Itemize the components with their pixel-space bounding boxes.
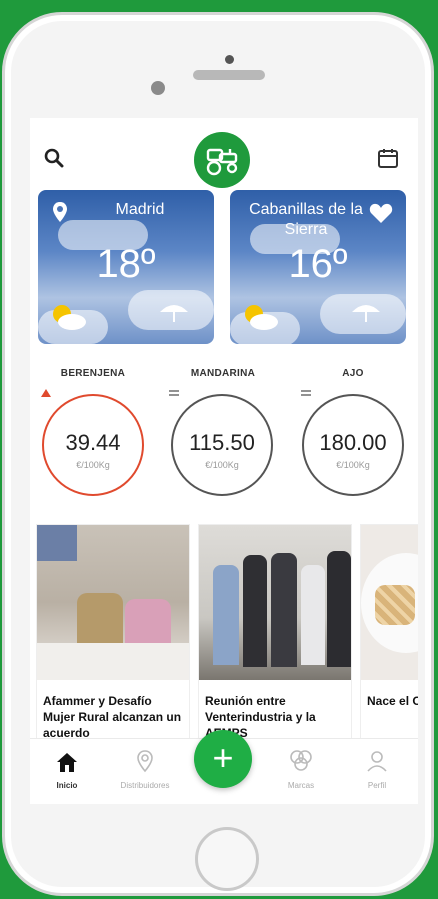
- sun-cloud-icon: [48, 302, 88, 332]
- weather-city: Cabanillas de la Sierra: [249, 201, 363, 238]
- weather-city: Madrid: [115, 201, 165, 218]
- price-circle-mandarina[interactable]: 115.50 €/100Kg: [171, 394, 273, 496]
- person-figure: [271, 553, 297, 667]
- tractor-icon: [206, 148, 238, 176]
- news-card[interactable]: Reunión entre Venterindustria y la AEMPS: [198, 524, 352, 746]
- search-icon[interactable]: [40, 144, 68, 172]
- news-carousel[interactable]: Afammer y Desafío Mujer Rural alcanzan u…: [30, 524, 418, 746]
- news-image: [37, 525, 189, 680]
- sun-cloud-icon: [240, 302, 280, 332]
- heart-icon[interactable]: [368, 200, 394, 226]
- tab-perfil[interactable]: Perfil: [342, 747, 412, 797]
- add-fab-button[interactable]: +: [194, 730, 252, 788]
- home-button[interactable]: [195, 827, 259, 891]
- app-screen: Madrid 18º Cabanillas de la Sierra 16º B…: [30, 118, 418, 804]
- price-value: 180.00: [319, 430, 387, 455]
- tractor-logo[interactable]: [194, 132, 250, 188]
- table-surface: [37, 643, 189, 680]
- price-unit: €/100Kg: [205, 460, 239, 470]
- weather-card-cabanillas[interactable]: Cabanillas de la Sierra 16º: [230, 190, 406, 344]
- weather-card-madrid[interactable]: Madrid 18º: [38, 190, 214, 344]
- tab-label: Distribuidores: [120, 781, 170, 790]
- price-value: 115.50: [189, 430, 255, 455]
- person-figure: [243, 555, 267, 667]
- tab-marcas[interactable]: Marcas: [266, 747, 336, 797]
- rain-umbrella-icon: [348, 298, 384, 328]
- news-image: [361, 525, 418, 680]
- person-figure: [213, 565, 239, 665]
- person-figure: [327, 551, 351, 667]
- news-title: Nace el Operativ: [367, 694, 418, 708]
- tab-label: Marcas: [287, 781, 315, 790]
- top-bar: [30, 118, 418, 188]
- price-section: BERENJENA 39.44 €/100Kg MANDARINA 115.50…: [30, 358, 418, 508]
- tab-label: Inicio: [56, 781, 78, 790]
- tab-distribuidores[interactable]: Distribuidores: [110, 747, 180, 797]
- price-value: 39.44: [65, 430, 121, 455]
- tab-inicio[interactable]: Inicio: [32, 747, 102, 797]
- news-title: Afammer y Desafío Mujer Rural alcanzan u…: [43, 694, 182, 740]
- wall-picture: [37, 525, 77, 561]
- price-unit: €/100Kg: [76, 460, 110, 470]
- price-product-name: BERENJENA: [60, 368, 126, 379]
- price-circle-berenjena[interactable]: 39.44 €/100Kg: [42, 394, 144, 496]
- price-product-name: MANDARINA: [190, 368, 256, 379]
- price-product-name: AJO: [342, 368, 364, 379]
- rain-umbrella-icon: [156, 298, 192, 328]
- profile-icon: [367, 751, 387, 772]
- weather-temperature: 18º: [96, 242, 156, 286]
- news-card[interactable]: Nace el Operativ: [360, 524, 418, 746]
- plus-icon: +: [212, 737, 234, 778]
- weather-temperature: 16º: [288, 242, 348, 286]
- price-unit: €/100Kg: [336, 460, 370, 470]
- brands-icon: [290, 750, 312, 771]
- tab-label: Perfil: [367, 781, 387, 790]
- pasta-dish: [375, 585, 415, 625]
- map-pin-icon: [137, 750, 153, 773]
- trend-equal-icon: [300, 388, 312, 398]
- front-camera: [151, 81, 165, 95]
- news-image: [199, 525, 351, 680]
- trend-up-icon: [40, 388, 52, 398]
- front-sensor: [225, 55, 234, 64]
- home-icon: [57, 753, 77, 772]
- price-circle-ajo[interactable]: 180.00 €/100Kg: [302, 394, 404, 496]
- trend-equal-icon: [168, 388, 180, 398]
- news-card[interactable]: Afammer y Desafío Mujer Rural alcanzan u…: [36, 524, 190, 746]
- person-figure: [301, 565, 325, 665]
- calendar-icon[interactable]: [374, 144, 402, 172]
- earpiece-speaker: [193, 70, 265, 80]
